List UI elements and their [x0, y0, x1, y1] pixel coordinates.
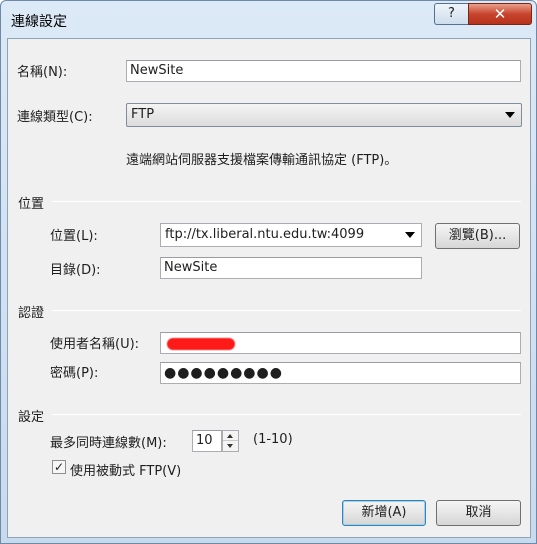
- close-button[interactable]: ✕: [468, 3, 532, 25]
- connection-type-description: 遠端網站伺服器支援檔案傳輸通訊協定 (FTP)。: [126, 153, 398, 168]
- connection-type-value: FTP: [131, 107, 155, 122]
- location-group-divider: [52, 201, 521, 202]
- stepper-up-icon[interactable]: [223, 431, 238, 441]
- max-connections-label: 最多同時連線數(M):: [50, 436, 167, 451]
- passive-ftp-checkbox[interactable]: ✓: [52, 460, 66, 474]
- title-bar: 連線設定 ? ✕: [1, 1, 536, 37]
- location-combobox[interactable]: ftp://tx.liberal.ntu.edu.tw:4099: [160, 223, 422, 247]
- connection-type-label: 連線類型(C):: [17, 110, 93, 125]
- max-connections-input[interactable]: 10: [192, 430, 222, 452]
- chevron-down-icon: [505, 112, 515, 118]
- directory-input[interactable]: NewSite: [160, 257, 422, 279]
- settings-group-divider: [52, 414, 521, 415]
- window-title: 連線設定: [11, 14, 67, 30]
- passive-ftp-label[interactable]: 使用被動式 FTP(V): [70, 460, 181, 479]
- add-button[interactable]: 新增(A): [342, 500, 426, 526]
- directory-label: 目錄(D):: [50, 263, 101, 278]
- range-hint: (1-10): [253, 432, 293, 447]
- username-input[interactable]: [160, 332, 521, 354]
- name-input[interactable]: NewSite: [126, 60, 521, 82]
- password-input[interactable]: ●●●●●●●●●: [160, 362, 521, 384]
- chevron-down-icon[interactable]: [405, 232, 415, 238]
- auth-group-divider: [52, 310, 521, 311]
- stepper-down-icon[interactable]: [223, 441, 238, 451]
- cancel-button[interactable]: 取消: [436, 500, 521, 526]
- max-connections-stepper[interactable]: [222, 430, 239, 452]
- auth-group-header: 認證: [18, 306, 45, 321]
- connection-settings-dialog: 連線設定 ? ✕ 名稱(N): NewSite 連線類型(C): FTP 遠端網…: [0, 0, 537, 544]
- settings-group-header: 設定: [18, 410, 45, 425]
- location-group-header: 位置: [18, 197, 45, 212]
- name-label: 名稱(N):: [17, 65, 68, 80]
- dialog-body: 名稱(N): NewSite 連線類型(C): FTP 遠端網站伺服器支援檔案傳…: [7, 38, 531, 538]
- redacted-username: [167, 338, 235, 350]
- location-label: 位置(L):: [50, 229, 98, 244]
- location-value: ftp://tx.liberal.ntu.edu.tw:4099: [165, 227, 365, 242]
- connection-type-select[interactable]: FTP: [126, 103, 522, 127]
- help-button[interactable]: ?: [434, 3, 468, 25]
- password-label: 密碼(P):: [50, 366, 99, 381]
- browse-button[interactable]: 瀏覽(B)...: [435, 223, 520, 249]
- username-label: 使用者名稱(U):: [50, 337, 140, 352]
